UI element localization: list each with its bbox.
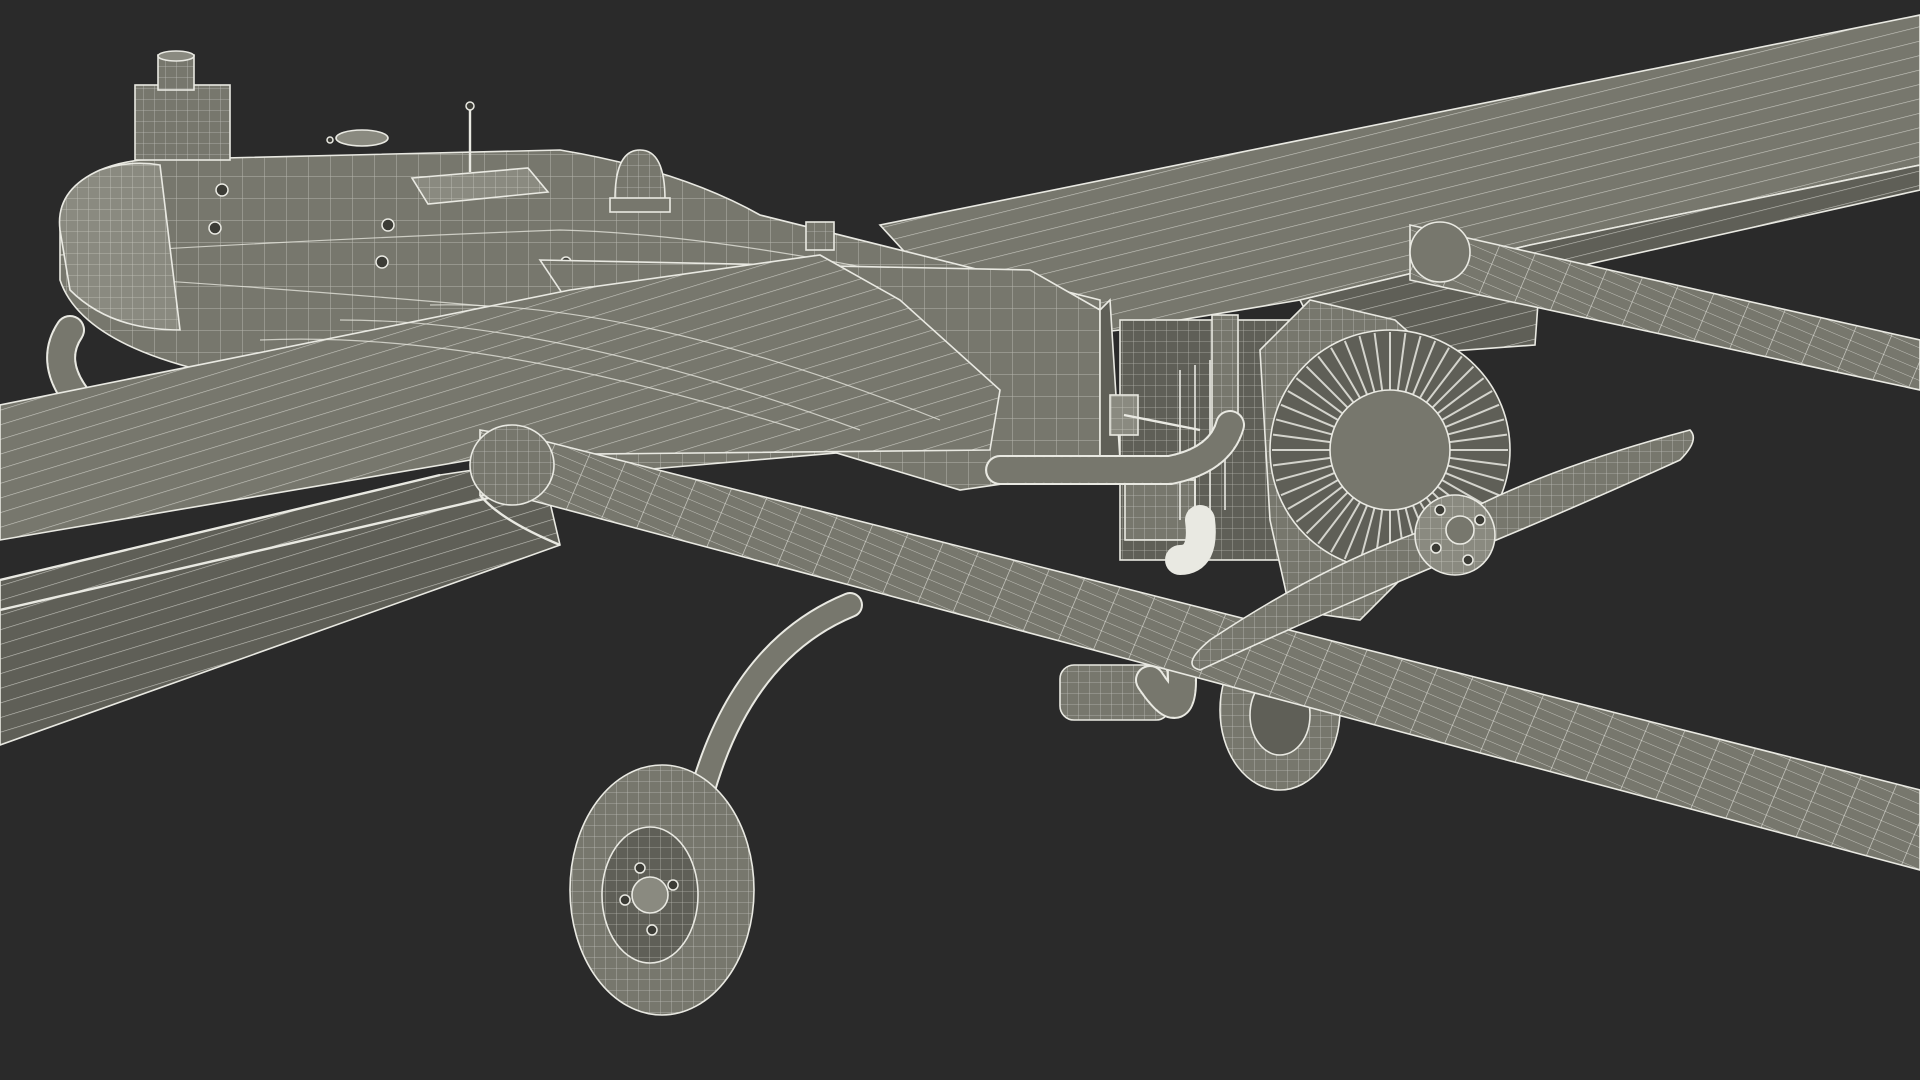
nose-landing-gear: [46, 315, 90, 410]
render-viewport: [0, 0, 1920, 1080]
left-main-wheel: [569, 764, 755, 1016]
nose-sensor: [134, 50, 231, 161]
drone-wireframe-render: [0, 14, 1920, 1016]
left-main-gear-strut: [687, 592, 863, 813]
